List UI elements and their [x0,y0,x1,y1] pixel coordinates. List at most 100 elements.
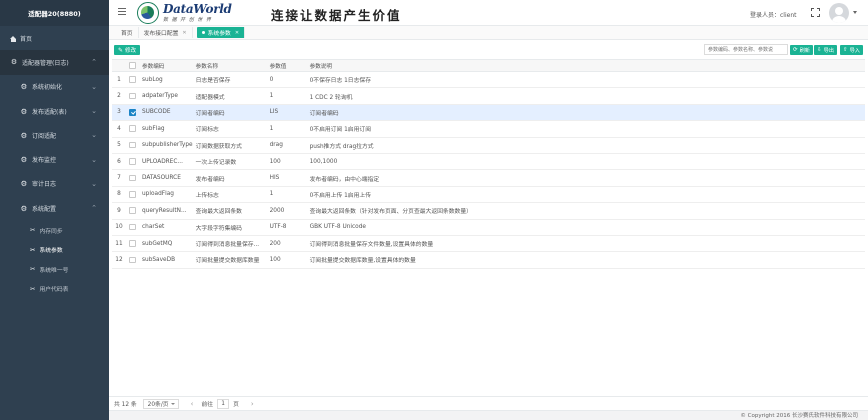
row-checkbox[interactable] [129,174,136,182]
sidebar-item-subscribe[interactable]: ⚙ 订阅适配 ⌄ [0,123,109,147]
home-icon [10,35,16,43]
cell-code: charSet [139,219,193,236]
logo: DataWorld 数 据 开 创 世 界 [137,2,232,24]
table-row[interactable]: 12 subSaveDB 订阅批量提交数据库数量 100 订阅批量提交数据库数量,设置具… [112,251,865,269]
row-checkbox[interactable] [129,158,136,165]
cell-name: 订阅批量提交数据库数量 [192,251,267,269]
sidebar-item-init[interactable]: ⚙ 系统初始化 ⌄ [0,75,109,99]
table-row[interactable]: 1 subLog 日志是否保存 0 0不保存日志 1日志保存 [112,71,865,89]
header-desc[interactable]: 参数说明 [306,59,865,72]
table-row[interactable]: 7 DATASOURCE 发布者编码 HIS 发布者编码，由中心端指定 [112,169,865,187]
sidebar-item-config[interactable]: ⚙ 系统配置 ⌃ [0,196,109,220]
sidebar-subitem-system-params[interactable]: ✂ 系统参数 [0,240,109,260]
gear-icon: ⚙ [20,179,28,189]
sidebar-item-monitor[interactable]: ⚙ 发布监控 ⌄ [0,147,109,171]
cell-value: drag [266,137,307,154]
table-header-row: 参数编码 参数名称 参数值 参数说明 [112,59,865,72]
table-row-selected[interactable]: 3 SUBCODE 订阅者编码 LIS 订阅者编码 [112,104,865,122]
page-size-select[interactable]: 20条/页 [142,398,179,409]
close-icon[interactable]: ✕ [235,30,239,36]
row-checkbox[interactable] [129,191,136,198]
cell-code: subLog [139,71,193,89]
row-checkbox-checked[interactable] [129,109,136,116]
cell-desc: 100,1000 [306,153,865,171]
table-row[interactable]: 6 UPLOADREC... 一次上传记录数 100 100,1000 [112,153,865,171]
row-checkbox[interactable] [129,92,136,100]
avatar[interactable] [829,3,849,23]
table-row[interactable]: 5 subpublisherType 订阅数据获取方式 drag push推方式 dra… [112,137,865,154]
table-row[interactable]: 8 uploadFlag 上传标志 1 0不启用上传 1启用上传 [112,186,865,204]
row-checkbox[interactable] [129,256,136,264]
tab-system-params[interactable]: 系统参数 ✕ [196,27,246,38]
header-name[interactable]: 参数名称 [192,59,267,72]
sidebar-item-home[interactable]: 首页 [0,26,109,50]
login-user-label: 登录人员：client [750,12,797,19]
cell-code: subpublisherType [139,137,193,154]
index-header [112,59,126,72]
search-input[interactable] [704,44,788,55]
close-icon[interactable]: ✕ [182,30,186,36]
table-row[interactable]: 9 queryResultN... 查询最大返回条数 2000 查询最大返回条数（针对发… [112,202,865,220]
cell-name: 订阅得到消息批量保存... [192,235,267,253]
cell-name: 日志是否保存 [192,71,267,89]
row-checkbox[interactable] [129,240,136,247]
sidebar-subitem-label: 内存同步 [39,228,63,235]
menu-toggle-icon[interactable] [118,8,126,17]
chevron-right-icon[interactable]: › [251,400,254,408]
table-row[interactable]: 4 subFlag 订阅标志 1 0不启用订阅 1启用订阅 [112,120,865,138]
cell-code: DATASOURCE [139,169,193,187]
pagination: 共 12 条 20条/页 ‹ 前往 1 页 › [109,396,868,410]
row-checkbox[interactable] [129,207,136,214]
caret-down-icon[interactable] [853,11,857,14]
cell-name: 订阅数据获取方式 [192,137,267,154]
cell-desc: 订阅批量提交数据库数量,设置具体的数量 [306,251,865,269]
export-button[interactable]: ⇩ 导出 [814,45,837,55]
total-count: 共 12 条 [114,402,137,408]
cell-desc: 订阅者编码 [306,104,865,122]
cell-value: HIS [266,169,307,187]
refresh-button-label: 刷新 [799,47,810,54]
tab-publish-config[interactable]: 发布接口配置 ✕ [139,27,193,38]
row-index: 6 [112,153,126,171]
copyright: © Copyright 2016 长沙赛氏软件科技有限公司 [109,410,868,420]
header-code[interactable]: 参数编码 [139,59,193,72]
cell-name: 大字段字符集编码 [192,219,267,236]
chevron-up-icon: ⌃ [91,204,97,213]
row-checkbox[interactable] [129,141,136,149]
page-size-value: 20条/页 [147,402,169,408]
row-checkbox[interactable] [129,223,136,231]
sidebar-subitem-memory-sync[interactable]: ✂ 内存同步 [0,220,109,240]
refresh-button[interactable]: ⟳ 刷新 [790,45,813,55]
import-button[interactable]: ⇧ 导入 [840,45,863,55]
gear-icon: ⚙ [20,82,28,92]
tab-home[interactable]: 首页 [116,27,139,38]
cell-value: 200 [266,235,307,253]
sidebar-item-label: 订阅适配 [32,132,57,140]
sidebar-item-audit[interactable]: ⚙ 审计日志 ⌄ [0,172,109,196]
cell-name: 上传标志 [192,186,267,204]
cell-code: SUBCODE [139,104,193,122]
row-checkbox[interactable] [129,125,136,132]
chevron-left-icon[interactable]: ‹ [191,400,194,408]
sidebar-subitem-unique-id[interactable]: ✂ 系统唯一号 [0,259,109,279]
sidebar-subitem-user-codes[interactable]: ✂ 用户代码表 [0,279,109,299]
header-value[interactable]: 参数值 [266,59,307,72]
export-button-label: 导出 [823,47,834,54]
select-all-checkbox[interactable] [129,62,136,69]
params-table: 参数编码 参数名称 参数值 参数说明 1 subLog 日志是否保存 0 0不保存日志 … [112,59,865,269]
sidebar-item-publish[interactable]: ⚙ 发布适配(表) ⌄ [0,99,109,123]
select-all-header [126,59,139,72]
page-number-input[interactable]: 1 [217,398,230,409]
edit-button[interactable]: ✎ 修改 [114,45,141,55]
sidebar-group-adapter[interactable]: ⚙ 适配器管理(日志) ⌃ [0,50,109,75]
row-checkbox[interactable] [129,76,136,83]
table-row[interactable]: 11 subGetMQ 订阅得到消息批量保存... 200 订阅得到消息批量保存文件数量… [112,235,865,253]
sidebar-subitem-label: 系统参数 [39,248,63,255]
row-index: 9 [112,202,126,220]
sidebar-subitem-label: 用户代码表 [39,287,69,294]
table-row[interactable]: 10 charSet 大字段字符集编码 UTF-8 GBK UTF-8 Unicode [112,219,865,236]
tab-label: 首页 [121,31,133,37]
table-row[interactable]: 2 adpaterType 适配器模式 1 1 CDC 2 轮询机 [112,87,865,105]
fullscreen-icon[interactable] [811,8,820,17]
import-button-label: 导入 [849,47,860,54]
